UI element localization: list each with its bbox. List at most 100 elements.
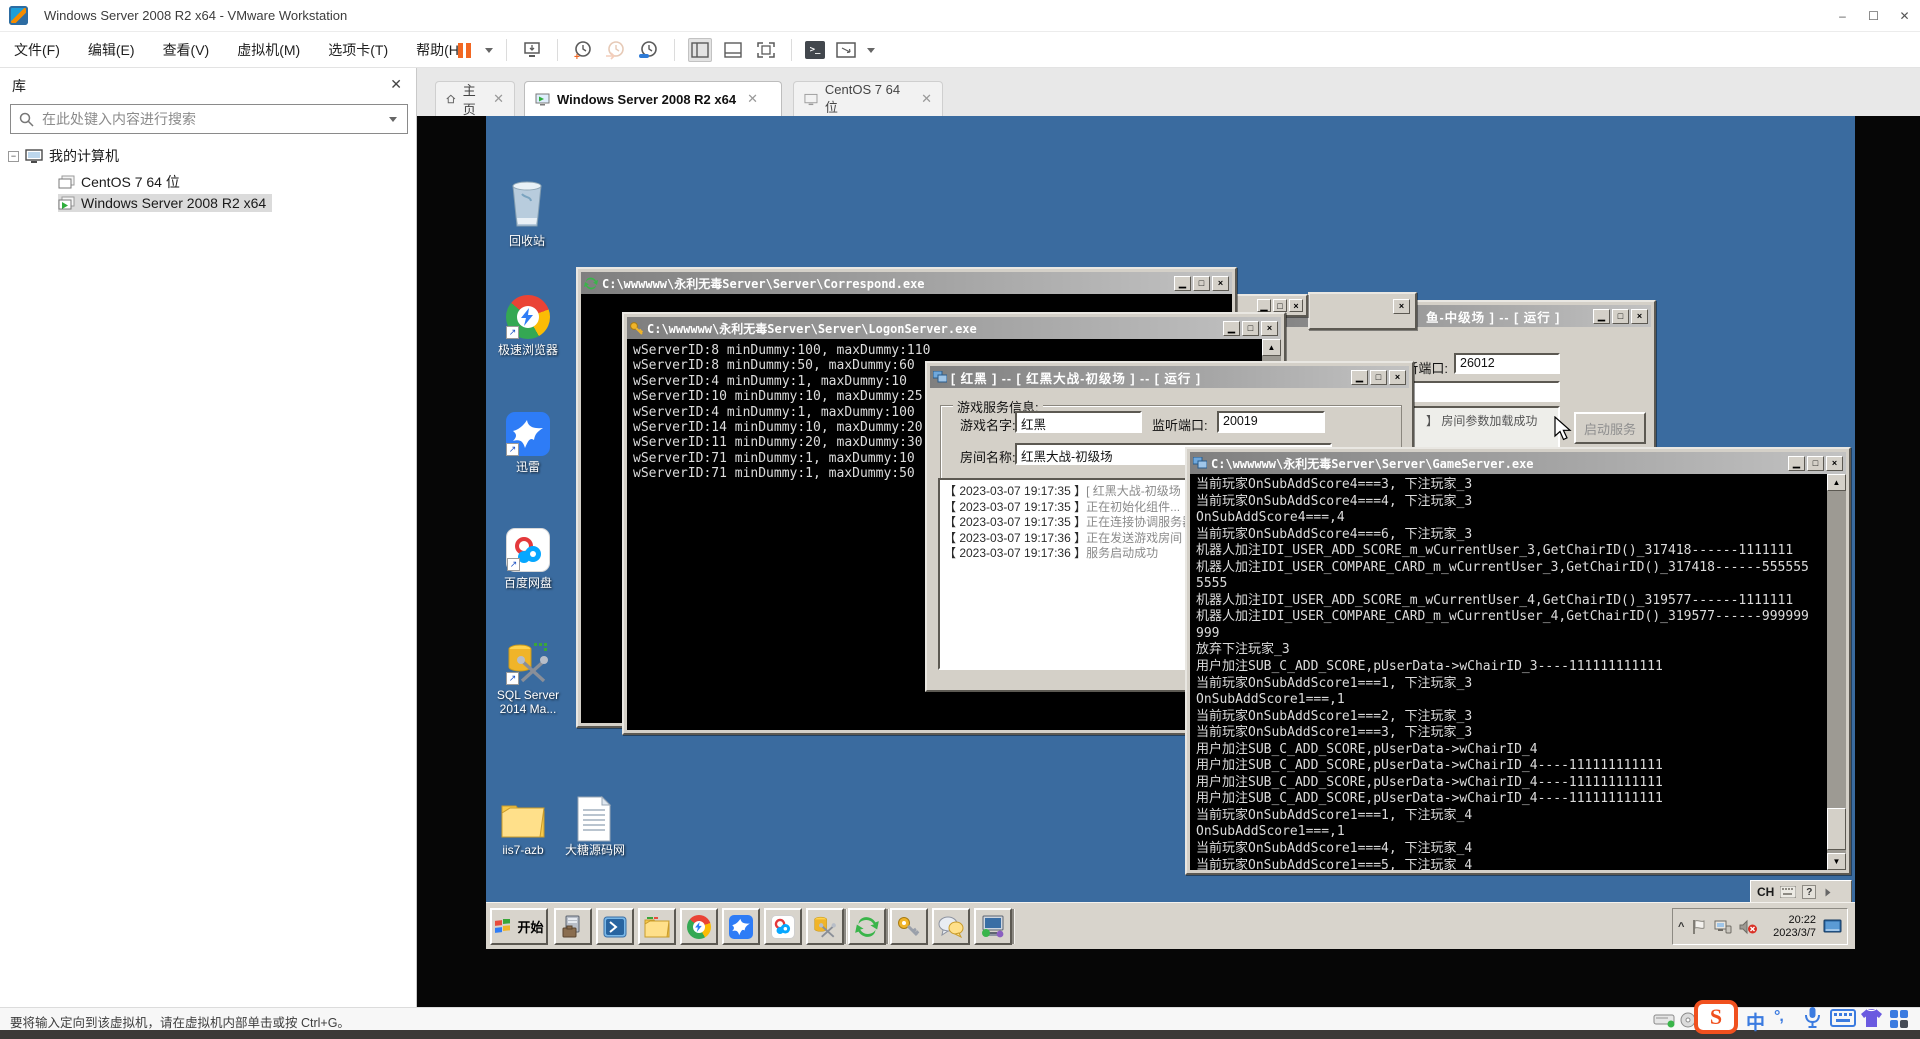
minimize-icon[interactable]: ▁ (1174, 276, 1191, 291)
keyboard-icon[interactable] (1780, 886, 1796, 898)
menu-item[interactable]: 编辑(E) (74, 32, 149, 68)
fit-guest-caret-icon[interactable] (867, 48, 875, 53)
library-close-icon[interactable]: ✕ (390, 76, 402, 93)
close-icon[interactable]: × (1393, 299, 1410, 314)
maximize-icon[interactable]: □ (1193, 276, 1210, 291)
tab-windows-server[interactable]: Windows Server 2008 R2 x64 ✕ (524, 81, 782, 116)
manage-snapshots-icon[interactable] (637, 38, 661, 62)
tab-centos[interactable]: CentOS 7 64 位 ✕ (793, 81, 943, 116)
port-field[interactable]: 20019 (1217, 411, 1325, 433)
pause-caret-icon[interactable] (485, 48, 493, 53)
taskbar-xunlei[interactable] (722, 908, 760, 945)
minimize-icon[interactable]: ▁ (1257, 299, 1271, 312)
maximize-button[interactable]: ☐ (1858, 0, 1889, 32)
taskbar-powershell[interactable] (596, 908, 634, 945)
fullscreen-icon[interactable] (754, 38, 778, 62)
taskbar-correspond[interactable] (848, 908, 886, 945)
game-name-field[interactable]: 红黑 (1015, 411, 1142, 433)
logonserver-titlebar[interactable]: C:\wwwwww\永利无毒Server\Server\LogonServer.… (627, 317, 1281, 339)
tree-item-my-computer[interactable]: − 我的计算机 (8, 146, 119, 166)
desktop-icon-datang-doc[interactable] (575, 796, 613, 847)
close-icon[interactable]: × (1826, 456, 1843, 471)
ime-mic-icon[interactable] (1804, 1006, 1821, 1029)
desktop-icon-sql-server[interactable]: ↗ (506, 641, 550, 685)
maximize-icon[interactable]: □ (1242, 321, 1259, 336)
ime-keyboard-icon[interactable] (1830, 1009, 1856, 1027)
scroll-thumb[interactable] (1827, 808, 1846, 850)
scroll-down-icon[interactable]: ▼ (1827, 853, 1846, 870)
send-ctrl-alt-del-icon[interactable] (520, 38, 544, 62)
ime-mode-chinese[interactable]: 中 (1746, 1008, 1765, 1035)
redblack-titlebar[interactable]: [ 红黑 ] -- [ 红黑大战-初级场 ] -- [ 运行 ] ▁ □ × (930, 366, 1409, 388)
pause-icon[interactable] (452, 38, 476, 62)
maximize-icon[interactable]: □ (1612, 309, 1629, 324)
tab-close-icon[interactable]: ✕ (493, 91, 504, 107)
vm-screen[interactable]: 回收站 ↗ 极速浏览器 ↗ 迅雷 ↗ 百度网盘 (486, 116, 1855, 949)
taskbar-sql-tools[interactable] (806, 908, 844, 945)
network-icon[interactable] (1714, 919, 1732, 934)
fishing-room-field[interactable] (1402, 381, 1560, 402)
taskbar-explorer[interactable] (638, 908, 676, 945)
collapse-icon[interactable]: − (8, 151, 19, 162)
fishing-port-field[interactable]: 26012 (1454, 353, 1560, 374)
minimize-icon[interactable]: ▁ (1788, 456, 1805, 471)
tree-item-windows-server[interactable]: Windows Server 2008 R2 x64 (58, 194, 272, 212)
ime-skin-icon[interactable] (1860, 1008, 1883, 1028)
desktop-icon-speed-browser[interactable]: ↗ (506, 295, 550, 339)
scroll-up-icon[interactable]: ▲ (1262, 339, 1281, 356)
scrollbar[interactable]: ▲ ▼ (1827, 474, 1846, 870)
langbar-options-icon[interactable] (1826, 888, 1831, 896)
tab-close-icon[interactable]: ✕ (921, 91, 932, 107)
flag-icon[interactable] (1691, 919, 1707, 935)
tray-clock[interactable]: 20:22 2023/3/7 (1773, 914, 1816, 940)
desktop-icon-baidu-pan[interactable]: ↗ (506, 528, 550, 572)
menu-item[interactable]: 虚拟机(M) (223, 32, 314, 68)
console-view-icon[interactable]: >_ (805, 41, 825, 59)
desktop-icon-recycle-bin[interactable] (505, 178, 549, 235)
take-snapshot-icon[interactable]: + (571, 38, 595, 62)
taskbar-gameserver[interactable] (974, 908, 1012, 945)
maximize-icon[interactable]: □ (1807, 456, 1824, 471)
correspond-titlebar[interactable]: C:\wwwwww\永利无毒Server\Server\Correspond.e… (581, 272, 1232, 294)
gameserver-console[interactable]: 当前玩家OnSubAddScore4===3, 下注玩家_3当前玩家OnSubA… (1190, 474, 1846, 870)
tree-item-centos[interactable]: CentOS 7 64 位 (58, 172, 180, 192)
window-fragment-b[interactable]: × (1308, 292, 1417, 330)
minimize-button[interactable]: – (1827, 0, 1858, 32)
window-gameserver[interactable]: C:\wwwwww\永利无毒Server\Server\GameServer.e… (1185, 447, 1851, 875)
taskbar-baidu-pan[interactable] (764, 908, 802, 945)
gameserver-titlebar[interactable]: C:\wwwwww\永利无毒Server\Server\GameServer.e… (1190, 452, 1846, 474)
tab-home[interactable]: 主页 ✕ (435, 81, 515, 116)
revert-snapshot-icon[interactable] (604, 38, 628, 62)
close-icon[interactable]: × (1261, 321, 1278, 336)
search-dropdown-icon[interactable] (389, 117, 397, 122)
close-icon[interactable]: × (1389, 370, 1406, 385)
taskbar-chat[interactable] (932, 908, 970, 945)
start-button[interactable]: 开始 (490, 908, 548, 945)
show-desktop-icon[interactable] (1823, 919, 1842, 935)
close-icon[interactable]: × (1631, 309, 1648, 324)
minimize-icon[interactable]: ▁ (1351, 370, 1368, 385)
close-button[interactable]: ✕ (1889, 0, 1920, 32)
fit-guest-icon[interactable] (834, 38, 858, 62)
desktop-icon-iis7-folder[interactable] (500, 798, 546, 845)
help-icon[interactable]: ? (1802, 885, 1816, 899)
show-hidden-icons-chevron[interactable]: ^ (1678, 921, 1684, 933)
menu-item[interactable]: 查看(V) (149, 32, 224, 68)
ime-menu-grid-icon[interactable] (1889, 1009, 1909, 1029)
language-indicator[interactable]: CH (1757, 885, 1774, 899)
scroll-up-icon[interactable]: ▲ (1827, 474, 1846, 491)
tab-close-icon[interactable]: ✕ (747, 91, 758, 107)
maximize-icon[interactable]: □ (1273, 299, 1287, 312)
language-bar[interactable]: CH ? (1750, 880, 1852, 904)
desktop-icon-xunlei[interactable]: ↗ (506, 412, 550, 456)
maximize-icon[interactable]: □ (1370, 370, 1387, 385)
menu-item[interactable]: 文件(F) (0, 32, 74, 68)
close-icon[interactable]: × (1289, 299, 1303, 312)
taskbar-chrome[interactable] (680, 908, 718, 945)
minimize-icon[interactable]: ▁ (1593, 309, 1610, 324)
volume-muted-icon[interactable] (1739, 919, 1758, 935)
taskbar-logonserver[interactable] (890, 908, 928, 945)
minimize-icon[interactable]: ▁ (1223, 321, 1240, 336)
close-icon[interactable]: × (1212, 276, 1229, 291)
menu-item[interactable]: 选项卡(T) (314, 32, 402, 68)
